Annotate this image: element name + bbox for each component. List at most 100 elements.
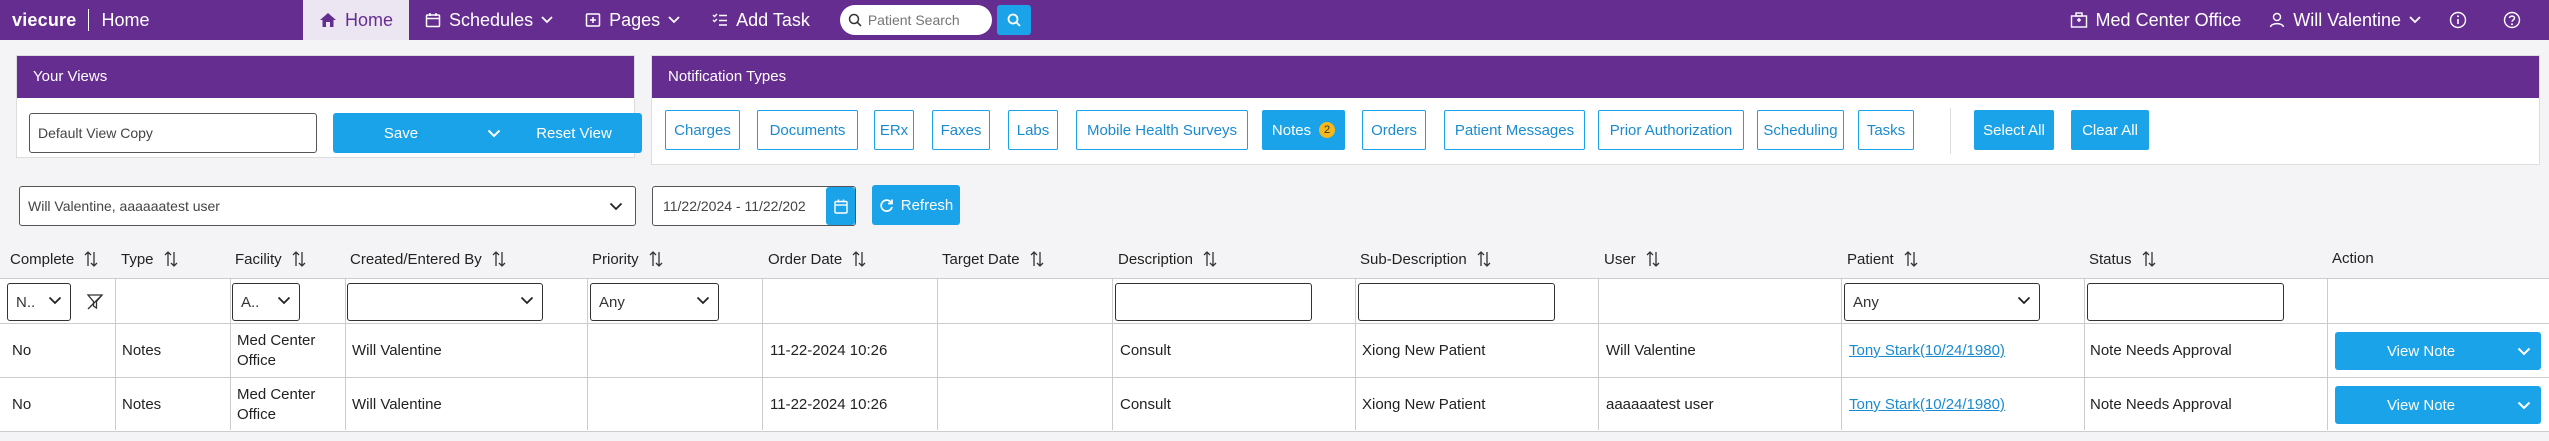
notification-types-panel: Notification Types Charges Documents ERx… [651, 55, 2540, 165]
table-row[interactable]: No Notes Med Center Office Will Valentin… [0, 378, 2549, 432]
view-note-label: View Note [2386, 396, 2456, 414]
complete-filter-select[interactable]: N.. [7, 283, 71, 321]
view-note-label: View Note [2386, 342, 2456, 360]
reset-view-button[interactable]: Reset View [506, 113, 642, 153]
user-icon [2270, 12, 2285, 28]
date-picker-button[interactable] [826, 187, 855, 225]
chip-tasks[interactable]: Tasks [1858, 110, 1914, 150]
view-note-dropdown[interactable] [2507, 332, 2541, 370]
nav-schedules-label: Schedules [449, 9, 534, 30]
chevron-down-icon [668, 16, 680, 24]
priority-filter-select[interactable]: Any [590, 283, 719, 321]
table-filter-row: N.. A.. Any Any [0, 278, 2549, 324]
info-button[interactable] [2435, 0, 2489, 40]
sort-icon[interactable] [1203, 250, 1217, 268]
column-divider [1598, 278, 1599, 430]
col-status[interactable]: Status [2089, 250, 2156, 268]
col-target-date-label: Target Date [942, 250, 1020, 268]
cell-created-by: Will Valentine [352, 342, 442, 359]
refresh-button[interactable]: Refresh [872, 185, 960, 225]
chip-scheduling[interactable]: Scheduling [1757, 110, 1844, 150]
sort-icon[interactable] [492, 250, 506, 268]
facility-filter-value: A.. [241, 293, 260, 311]
created-by-filter-select[interactable] [347, 283, 543, 321]
nav-schedules[interactable]: Schedules [409, 0, 569, 40]
nav-pages[interactable]: Pages [569, 0, 696, 40]
sort-icon[interactable] [1030, 250, 1044, 268]
sort-icon[interactable] [1904, 250, 1918, 268]
user-menu[interactable]: Will Valentine [2255, 0, 2435, 40]
view-note-button[interactable]: View Note [2335, 386, 2541, 424]
chevron-down-icon [696, 296, 710, 305]
col-sub-description-label: Sub-Description [1360, 250, 1467, 268]
chip-labs[interactable]: Labs [1008, 110, 1058, 150]
col-patient[interactable]: Patient [1847, 250, 1918, 268]
patient-search-button[interactable] [996, 5, 1031, 35]
save-label: Save [383, 124, 419, 142]
col-target-date[interactable]: Target Date [942, 250, 1044, 268]
sort-icon[interactable] [84, 250, 98, 268]
brand: viecure Home [0, 0, 303, 40]
cell-complete: No [12, 342, 32, 359]
view-name-input[interactable] [29, 113, 317, 153]
help-icon [2503, 11, 2521, 29]
nav-add-task-label: Add Task [736, 9, 810, 30]
column-divider [345, 278, 346, 430]
sort-icon[interactable] [852, 250, 866, 268]
chip-erx[interactable]: ERx [874, 110, 914, 150]
sort-icon[interactable] [1646, 250, 1660, 268]
view-note-dropdown[interactable] [2507, 386, 2541, 424]
sort-icon[interactable] [649, 250, 663, 268]
chip-mobile-health-surveys[interactable]: Mobile Health Surveys [1076, 110, 1248, 150]
col-priority[interactable]: Priority [592, 250, 663, 268]
chip-prior-authorization[interactable]: Prior Authorization [1598, 110, 1744, 150]
select-all-button[interactable]: Select All [1974, 110, 2054, 150]
sort-icon[interactable] [2142, 250, 2156, 268]
description-filter-input[interactable] [1115, 283, 1312, 321]
col-created-by[interactable]: Created/Entered By [350, 250, 506, 268]
user-filter-select[interactable]: Will Valentine, aaaaaatest user [19, 186, 636, 226]
chip-faxes[interactable]: Faxes [932, 110, 990, 150]
patient-search-input[interactable] [867, 12, 983, 28]
facility-filter-select[interactable]: A.. [232, 283, 300, 321]
col-facility[interactable]: Facility [235, 250, 306, 268]
table-row[interactable]: No Notes Med Center Office Will Valentin… [0, 324, 2549, 378]
sort-icon[interactable] [1477, 250, 1491, 268]
col-type[interactable]: Type [121, 250, 178, 268]
chip-documents[interactable]: Documents [757, 110, 858, 150]
patient-link[interactable]: Tony Stark(10/24/1980) [1849, 378, 2005, 432]
view-note-button[interactable]: View Note [2335, 332, 2541, 370]
chip-charges[interactable]: Charges [665, 110, 740, 150]
cell-order-date: 11-22-2024 10:26 [770, 342, 888, 359]
col-user[interactable]: User [1604, 250, 1660, 268]
col-order-date-label: Order Date [768, 250, 843, 268]
office-selector[interactable]: Med Center Office [2056, 0, 2256, 40]
nav-add-task[interactable]: Add Task [696, 0, 826, 40]
nav-home[interactable]: Home [303, 0, 410, 40]
col-complete[interactable]: Complete [10, 250, 98, 268]
chip-patient-messages[interactable]: Patient Messages [1444, 110, 1585, 150]
sub-description-filter-input[interactable] [1358, 283, 1555, 321]
status-filter-input[interactable] [2087, 283, 2284, 321]
help-button[interactable] [2489, 0, 2549, 40]
chip-notes[interactable]: Notes 2 [1262, 110, 1345, 150]
col-sub-description[interactable]: Sub-Description [1360, 250, 1491, 268]
patient-link[interactable]: Tony Stark(10/24/1980) [1849, 324, 2005, 378]
column-divider [230, 278, 231, 430]
save-view-button[interactable]: Save [333, 113, 511, 153]
col-description[interactable]: Description [1118, 250, 1217, 268]
chip-orders[interactable]: Orders [1362, 110, 1426, 150]
clear-filter-icon[interactable] [86, 293, 104, 311]
top-nav-bar: viecure Home Home Schedules Pages Add Ta… [0, 0, 2549, 40]
column-divider [587, 278, 588, 430]
patient-filter-select[interactable]: Any [1844, 283, 2040, 321]
col-action-label: Action [2332, 250, 2374, 267]
chevron-down-icon[interactable] [487, 129, 501, 138]
chevron-down-icon [609, 202, 623, 211]
sort-icon[interactable] [292, 250, 306, 268]
user-name: Will Valentine [2293, 9, 2401, 30]
brand-logo: viecure [12, 9, 77, 30]
clear-all-button[interactable]: Clear All [2071, 110, 2149, 150]
sort-icon[interactable] [164, 250, 178, 268]
col-order-date[interactable]: Order Date [768, 250, 866, 268]
